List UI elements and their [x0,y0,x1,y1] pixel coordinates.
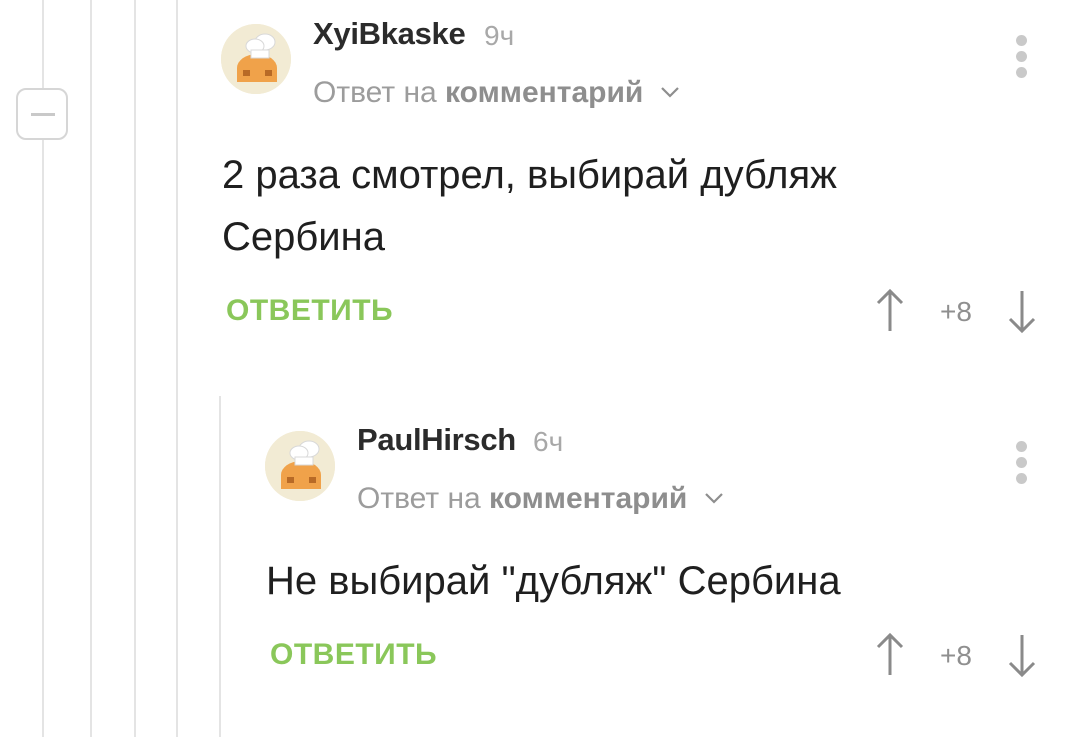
reply-button[interactable]: ОТВЕТИТЬ [270,638,437,672]
comment: PaulHirsch 6ч Ответ на комментарий Не вы… [0,0,1080,737]
avatar[interactable] [265,431,335,501]
avatar-image [265,431,335,501]
rating-value: +8 [940,640,972,671]
reply-to-target: комментарий [489,482,688,515]
upvote-arrow-icon[interactable] [870,631,910,681]
comment-thread: XyiBkaske 9ч Ответ на комментарий 2 раза… [0,0,1080,737]
comment-time: 6ч [533,426,564,457]
reply-to-prefix: Ответ на [357,482,481,515]
comment-text: Не выбирай "дубляж" Сербина [266,559,841,603]
more-vertical-icon[interactable] [1007,438,1037,488]
reply-to-link[interactable]: Ответ на комментарий [357,478,724,516]
author-name[interactable]: PaulHirsch [357,422,516,458]
downvote-arrow-icon[interactable] [1002,631,1042,681]
chevron-down-icon [704,478,724,512]
